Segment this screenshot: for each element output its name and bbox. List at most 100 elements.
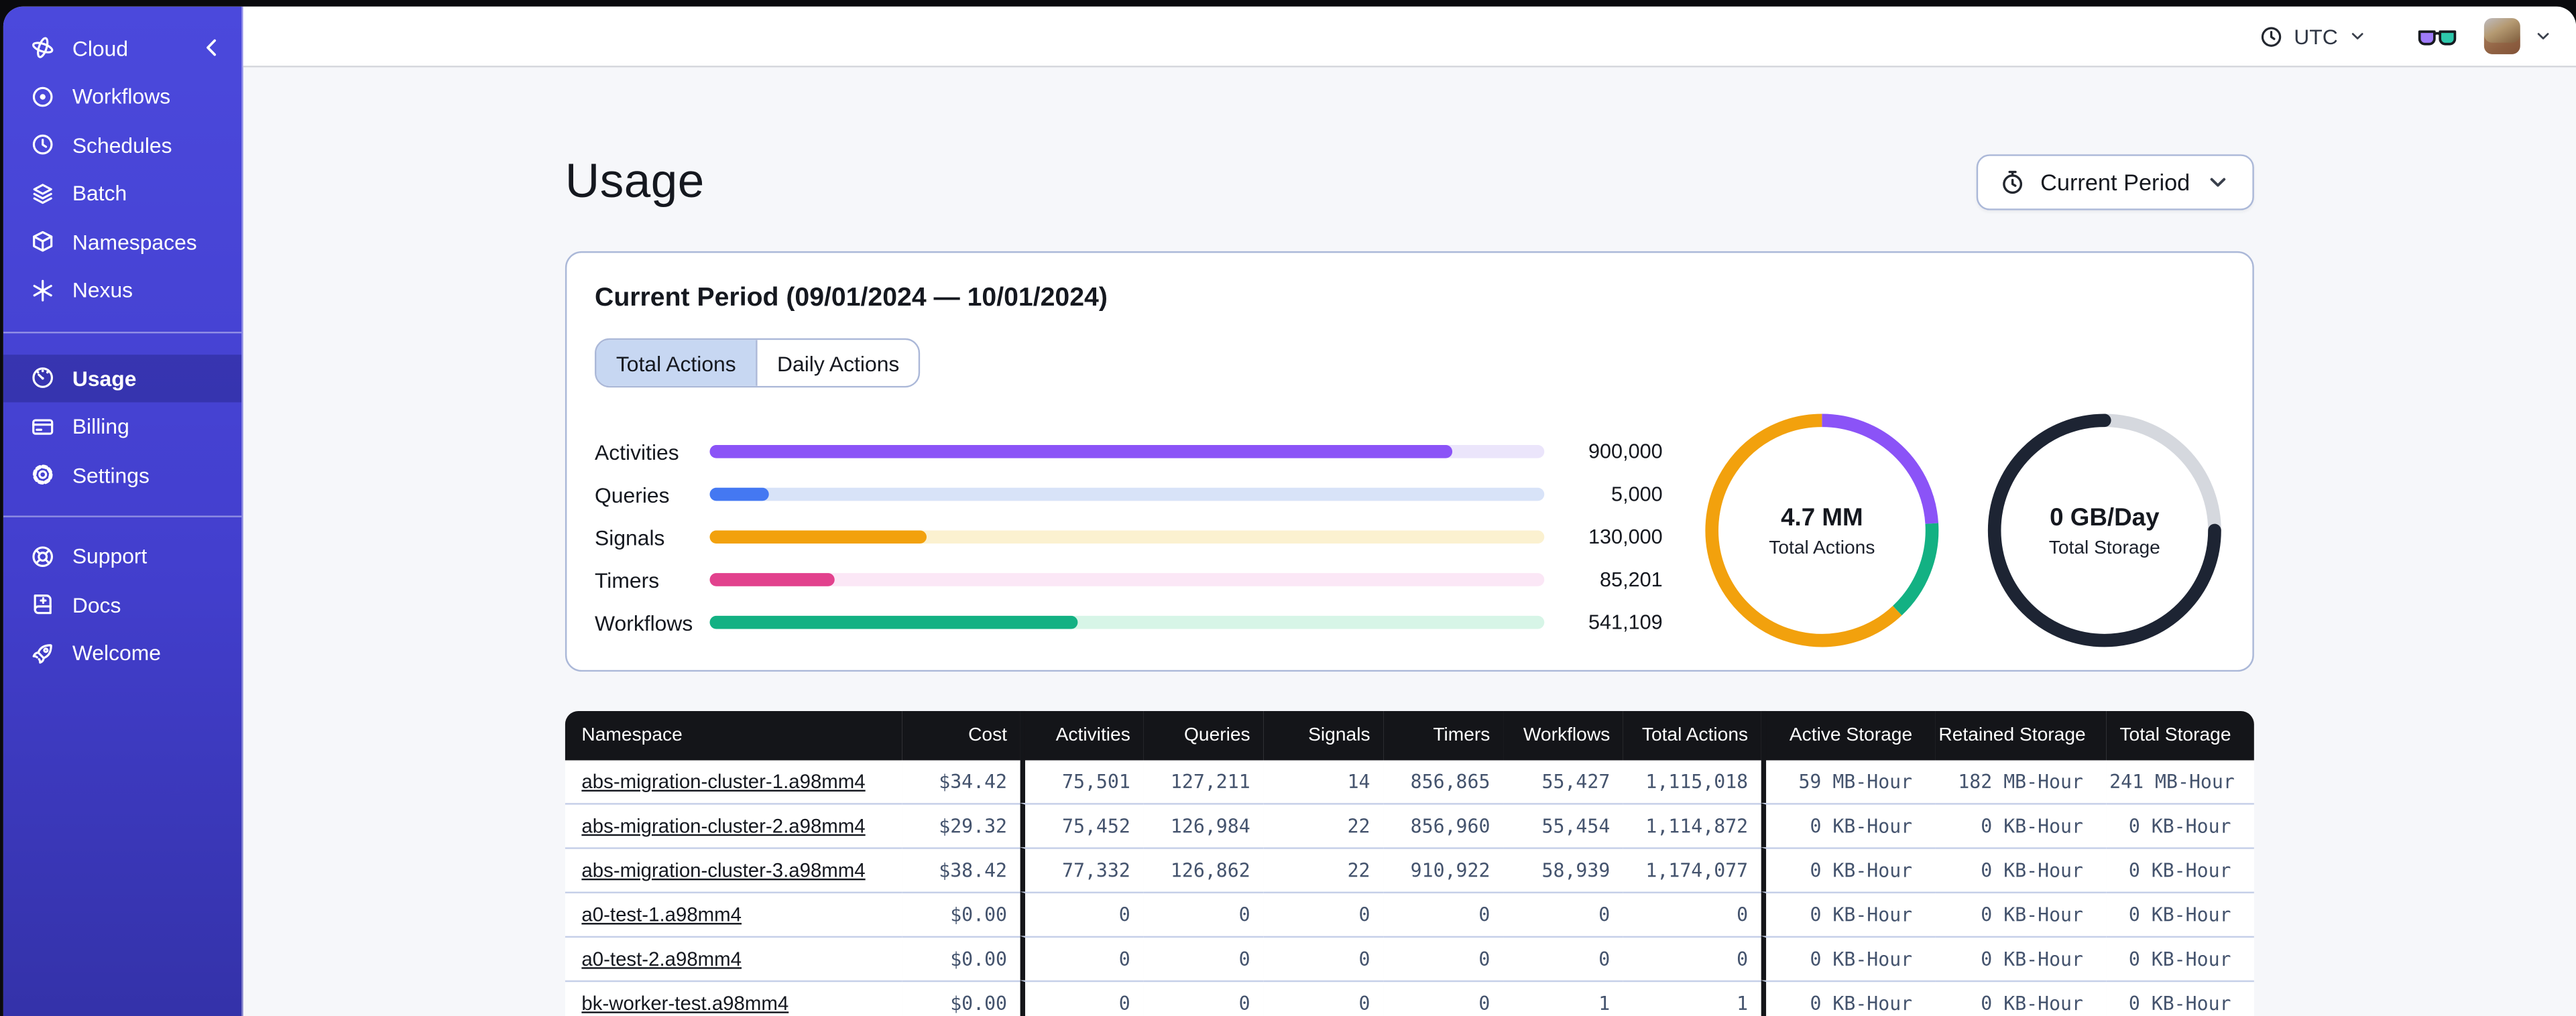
donut-center: 0 GB/Day Total Storage — [1985, 411, 2225, 651]
timezone-label: UTC — [2294, 23, 2338, 49]
total-storage-donut: 0 GB/Day Total Storage — [1985, 411, 2225, 651]
clock-icon — [2260, 24, 2284, 49]
sidebar-item-label: Workflows — [72, 84, 171, 109]
cell-retained-storage: 0 KB-Hour — [1935, 847, 2107, 892]
usage-bar-chart: Activities 900,000 Queries 5,000 Signals 130,… — [595, 430, 1702, 650]
cell-timers: 856,960 — [1383, 803, 1504, 848]
namespace-link[interactable]: abs-migration-cluster-1.a98mm4 — [581, 770, 865, 793]
usage-icon — [30, 365, 56, 391]
sidebar-item-usage[interactable]: Usage — [3, 354, 242, 403]
sidebar-item-welcome[interactable]: Welcome — [3, 629, 241, 677]
namespace-usage-table: Namespace Cost Activities Queries Signals Tim… — [565, 710, 2254, 1016]
cell-total-actions: 0 — [1623, 936, 1761, 980]
cell-workflows: 0 — [1503, 936, 1623, 980]
bar-value: 85,201 — [1600, 568, 1663, 592]
bar-value: 900,000 — [1588, 440, 1663, 463]
sidebar-item-label: Welcome — [72, 641, 162, 665]
usage-bar-row-activities: Activities 900,000 — [595, 430, 1663, 473]
cell-total-actions: 1 — [1623, 980, 1761, 1016]
column-header-signals: Signals — [1263, 710, 1384, 761]
user-avatar[interactable] — [2483, 17, 2520, 54]
actions-tab-group: Total Actions Daily Actions — [595, 338, 921, 388]
cell-total-storage: 0 KB-Hour — [2106, 847, 2254, 892]
cell-activities: 75,501 — [1020, 760, 1144, 804]
stopwatch-icon — [1999, 169, 2026, 195]
sidebar-item-support[interactable]: Support — [3, 532, 241, 580]
sidebar-header-cloud[interactable]: Cloud — [3, 23, 241, 72]
period-dropdown-label: Current Period — [2040, 169, 2190, 196]
user-menu-chevron-icon[interactable] — [2533, 26, 2553, 46]
cell-retained-storage: 0 KB-Hour — [1935, 980, 2107, 1016]
cell-activities: 75,452 — [1020, 803, 1144, 848]
total-actions-donut: 4.7 MM Total Actions — [1702, 411, 1942, 651]
welcome-icon — [30, 640, 56, 666]
sidebar-item-schedules[interactable]: Schedules — [3, 121, 241, 169]
column-header-namespace: Namespace — [565, 710, 902, 761]
cell-timers: 0 — [1383, 936, 1504, 980]
column-header-queries: Queries — [1143, 710, 1264, 761]
usage-bar-row-queries: Queries 5,000 — [595, 473, 1663, 516]
glasses-icon[interactable] — [2416, 22, 2457, 50]
sidebar-item-billing[interactable]: Billing — [3, 402, 241, 450]
sidebar-item-label: Docs — [72, 592, 121, 617]
namespace-link[interactable]: abs-migration-cluster-3.a98mm4 — [581, 859, 865, 882]
support-icon — [30, 543, 56, 569]
chevron-down-icon — [2347, 26, 2367, 46]
timezone-selector[interactable]: UTC — [2260, 23, 2367, 49]
cell-timers: 910,922 — [1383, 847, 1504, 892]
cell-cost: $34.42 — [902, 760, 1020, 804]
usage-donuts: 4.7 MM Total Actions 0 GB/Day Total Storage — [1702, 411, 2225, 651]
sidebar-nav: Workflows Schedules Batch Namespaces Nexus Us… — [3, 72, 242, 678]
queries-bar-fill — [709, 487, 768, 501]
signals-bar-fill — [709, 530, 927, 544]
cell-queries: 0 — [1143, 980, 1264, 1016]
usage-card-title: Current Period (09/01/2024 — 10/01/2024) — [595, 283, 1108, 312]
cell-cost: $0.00 — [902, 936, 1020, 980]
column-header-cost: Cost — [902, 710, 1020, 761]
cell-activities: 0 — [1020, 891, 1144, 936]
period-dropdown-button[interactable]: Current Period — [1976, 154, 2254, 210]
cell-queries: 126,984 — [1143, 803, 1264, 848]
cell-queries: 127,211 — [1143, 760, 1264, 804]
namespace-link[interactable]: bk-worker-test.a98mm4 — [581, 992, 788, 1015]
cell-total-actions: 0 — [1623, 891, 1761, 936]
namespaces-icon — [30, 229, 56, 255]
cell-total-actions: 1,115,018 — [1623, 760, 1761, 804]
tab-total-actions[interactable]: Total Actions — [596, 340, 756, 386]
bar-label: Timers — [595, 567, 660, 592]
app-window: Cloud Workflows Schedules Batch Namespaces N… — [3, 6, 2576, 1016]
donut-center-value: 0 GB/Day — [2050, 503, 2160, 531]
cell-cost: $0.00 — [902, 891, 1020, 936]
sidebar-item-label: Schedules — [72, 132, 172, 157]
cell-activities: 77,332 — [1020, 847, 1144, 892]
cell-workflows: 0 — [1503, 891, 1623, 936]
bar-label: Queries — [595, 482, 670, 507]
cell-active-storage: 0 KB-Hour — [1761, 936, 1936, 980]
workflows-bar-fill — [709, 615, 1077, 629]
sidebar-item-settings[interactable]: Settings — [3, 451, 241, 499]
sidebar-item-workflows[interactable]: Workflows — [3, 72, 241, 121]
table-row: abs-migration-cluster-2.a98mm4 $29.32 75,4… — [565, 803, 2254, 848]
workflows-icon — [30, 83, 56, 109]
tab-daily-actions[interactable]: Daily Actions — [756, 340, 919, 386]
column-header-timers: Timers — [1383, 710, 1504, 761]
cell-cost: $0.00 — [902, 980, 1020, 1016]
sidebar-item-label: Settings — [72, 462, 150, 488]
sidebar-item-namespaces[interactable]: Namespaces — [3, 218, 241, 266]
cell-workflows: 55,454 — [1503, 803, 1623, 848]
usage-bar-row-workflows: Workflows 541,109 — [595, 601, 1663, 644]
sidebar-item-label: Batch — [72, 181, 127, 206]
namespace-link[interactable]: abs-migration-cluster-2.a98mm4 — [581, 814, 865, 837]
sidebar-item-nexus[interactable]: Nexus — [3, 266, 241, 314]
sidebar-item-batch[interactable]: Batch — [3, 169, 241, 217]
billing-icon — [30, 414, 56, 440]
sidebar-item-docs[interactable]: Docs — [3, 580, 241, 629]
namespace-link[interactable]: a0-test-2.a98mm4 — [581, 948, 742, 970]
cell-signals: 14 — [1263, 760, 1384, 804]
sidebar-collapse-icon[interactable] — [198, 34, 225, 60]
timers-bar-track — [709, 573, 1545, 586]
usage-bar-row-signals: Signals 130,000 — [595, 515, 1663, 558]
donut-center-label: Total Storage — [2048, 537, 2160, 558]
namespace-link[interactable]: a0-test-1.a98mm4 — [581, 903, 742, 926]
usage-bar-row-timers: Timers 85,201 — [595, 558, 1663, 601]
